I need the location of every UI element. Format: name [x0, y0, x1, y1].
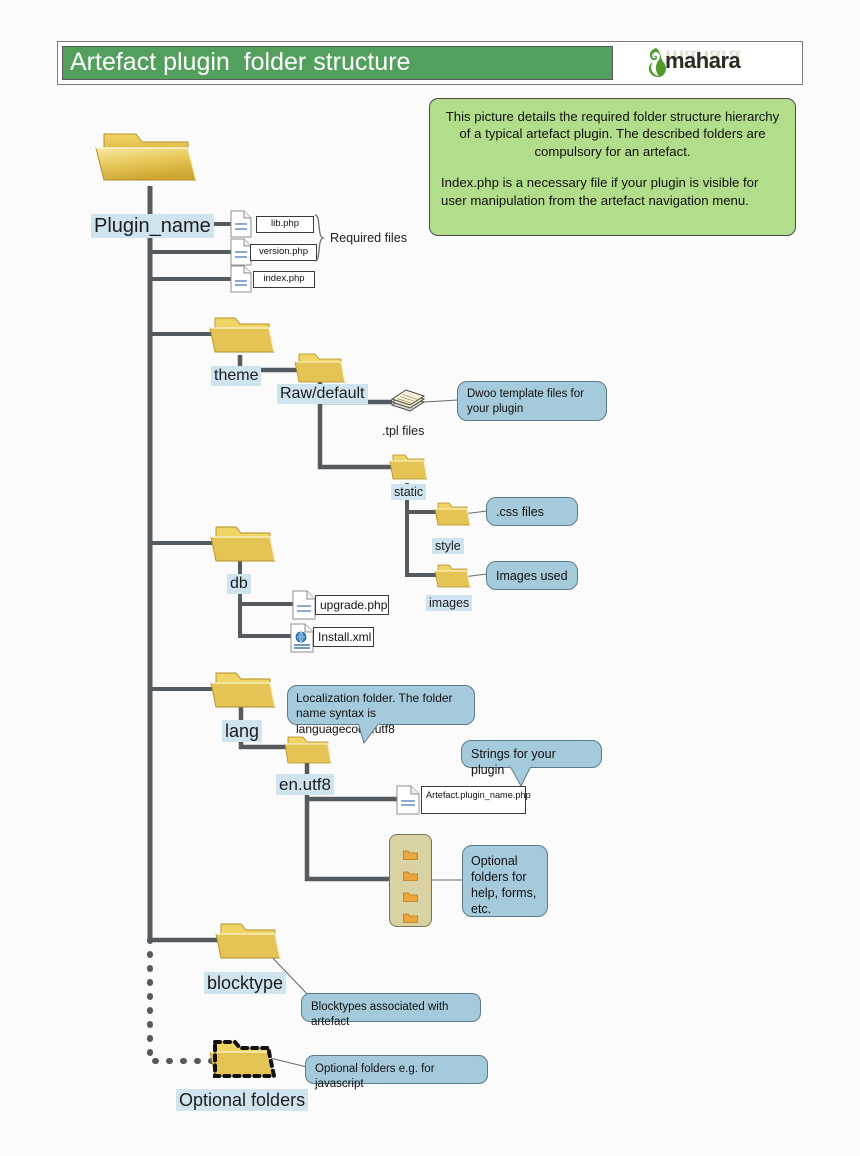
file-icon-artefact-plugin-name-php [396, 785, 420, 815]
folder-static [389, 452, 429, 482]
callout-strings: Strings for your plugin [461, 740, 602, 777]
label-style: style [432, 538, 464, 554]
mini-folder-icon [403, 847, 418, 860]
callout-blocktypes-associated: Blocktypes associated with artefact [301, 993, 481, 1028]
file-label-lib-php: lib.php [256, 216, 314, 233]
folder-theme [207, 312, 277, 358]
mini-folder-icon [403, 868, 418, 881]
label-required-files: Required files [330, 231, 408, 245]
callout-localization-line1: Localization folder. The folder [296, 691, 453, 705]
file-label-install-xml: Install.xml [313, 627, 374, 647]
file-label-upgrade-php: upgrade.php [315, 595, 389, 615]
tpl-files-stack-icon [390, 386, 426, 418]
file-icon-version-php [230, 238, 252, 266]
callout-images-used: Images used [486, 561, 578, 590]
callout-strings-tail [509, 765, 532, 787]
label-en-utf8: en.utf8 [276, 774, 334, 796]
label-images: images [426, 595, 473, 611]
diagram-canvas: Artefact plugin folder structure mahara … [0, 0, 860, 1156]
optional-folders-stack [389, 834, 432, 927]
folder-lang [208, 667, 278, 713]
callout-localization: Localization folder. The folder name syn… [287, 685, 475, 736]
mini-folder-icon [403, 910, 418, 923]
file-label-version-php: version.php [250, 244, 317, 261]
callout-localization-tail [357, 722, 380, 744]
label-raw-default: Raw/default [277, 384, 368, 404]
label-db: db [227, 574, 251, 594]
folder-images [434, 562, 472, 590]
file-icon-index-php [230, 265, 252, 293]
folder-blocktype [213, 918, 283, 964]
callout-css-files: .css files [486, 497, 578, 526]
required-files-brace [314, 214, 326, 262]
file-icon-upgrade-php [292, 590, 316, 620]
file-icon-install-xml [290, 623, 314, 653]
file-label-artefact-plugin-name-php: Artefact.plugin_name.php [421, 786, 531, 814]
callout-optional-folders-for: Optional folders for help, forms, etc. [462, 845, 548, 917]
label-static: static [391, 484, 427, 500]
folder-optional-folders [206, 1035, 278, 1081]
folder-raw-default [293, 350, 347, 386]
file-label-index-php: index.php [253, 271, 315, 288]
label-optional-folders: Optional folders [176, 1089, 309, 1112]
label-theme: theme [211, 366, 262, 386]
label-lang: lang [222, 720, 263, 743]
mini-folder-icon [403, 889, 418, 902]
file-icon-lib-php [230, 210, 252, 238]
label-tpl-files: .tpl files [382, 424, 425, 438]
folder-en-utf8 [283, 733, 333, 767]
folder-style [434, 500, 472, 528]
label-blocktype: blocktype [204, 972, 287, 995]
callout-optional-javascript: Optional folders e.g. for javascript [305, 1055, 488, 1090]
folder-db [208, 521, 278, 567]
folder-plugin-name [92, 124, 200, 188]
label-plugin-name: Plugin_name [91, 214, 214, 239]
callout-dwoo-template: Dwoo template files for your plugin [457, 381, 607, 421]
